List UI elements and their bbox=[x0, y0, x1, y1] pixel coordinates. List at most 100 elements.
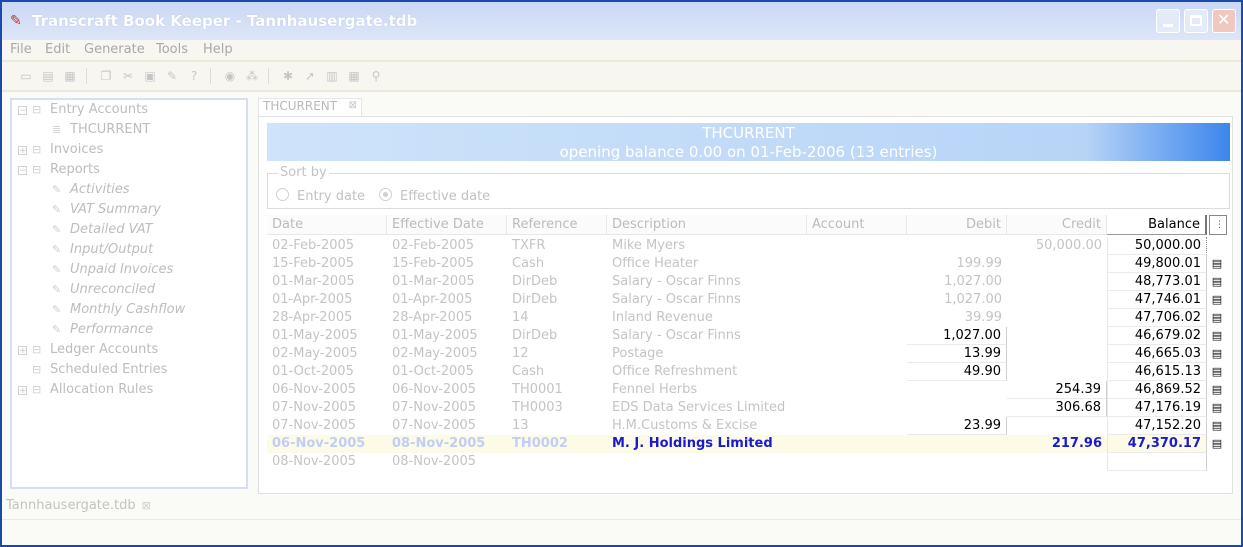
cell-credit bbox=[1007, 309, 1107, 327]
maximize-button[interactable] bbox=[1184, 9, 1208, 33]
column-header-effective-date[interactable]: Effective Date bbox=[387, 215, 507, 235]
cell-balance: 50,000.00 bbox=[1107, 237, 1207, 255]
column-header-balance[interactable]: Balance bbox=[1107, 215, 1207, 235]
document-stack-icon[interactable]: ▤ bbox=[1210, 383, 1224, 396]
tree-expander-icon[interactable]: − bbox=[18, 166, 27, 176]
cell-account bbox=[807, 273, 907, 291]
tree-item[interactable]: ✎ Activities bbox=[52, 182, 130, 200]
tab-thcurrent[interactable]: THCURRENT ⊠ bbox=[258, 98, 362, 116]
menu-file[interactable]: File bbox=[10, 42, 32, 57]
cell-credit: 306.68 bbox=[1007, 399, 1107, 417]
cell-description: Office Heater bbox=[612, 256, 699, 271]
key-icon[interactable]: ⚲ bbox=[368, 68, 384, 84]
tab-document[interactable]: Tannhausergate.tdb ⊠ bbox=[6, 498, 154, 518]
column-header-account[interactable]: Account bbox=[807, 215, 907, 235]
radio-effective-date[interactable]: Effective date bbox=[379, 188, 490, 204]
tree-item[interactable]: + ⊟ Ledger Accounts bbox=[18, 342, 158, 360]
globe-icon[interactable]: ◉ bbox=[222, 68, 238, 84]
column-header-debit[interactable]: Debit bbox=[907, 215, 1007, 235]
table-row[interactable]: 01-Apr-2005 01-Apr-2005 DirDeb Salary - Osc… bbox=[267, 291, 1229, 309]
document-stack-icon[interactable]: ▤ bbox=[1210, 293, 1224, 306]
copy-icon[interactable]: ❐ bbox=[98, 68, 114, 84]
cell-debit: 23.99 bbox=[907, 417, 1007, 435]
cell-balance: 47,746.01 bbox=[1107, 291, 1207, 309]
tree-expander-icon[interactable]: + bbox=[18, 146, 27, 156]
table-row[interactable]: 28-Apr-2005 28-Apr-2005 14 Inland Revenue 39… bbox=[267, 309, 1229, 327]
tree-item[interactable]: ✎ Unpaid Invoices bbox=[52, 262, 173, 280]
table-row[interactable]: 02-May-2005 02-May-2005 12 Postage 13.99 46,6… bbox=[267, 345, 1229, 363]
document-stack-icon[interactable]: ▤ bbox=[1210, 365, 1224, 378]
table-row[interactable]: 06-Nov-2005 08-Nov-2005 TH0002 M. J. Holdin… bbox=[267, 435, 1229, 453]
tree-item[interactable]: − ⊟ Reports bbox=[18, 162, 100, 180]
document-stack-icon[interactable]: ▤ bbox=[1210, 275, 1224, 288]
cell-reference: 13 bbox=[512, 418, 529, 433]
chart-icon[interactable]: ▥ bbox=[324, 68, 340, 84]
column-header-reference[interactable]: Reference bbox=[507, 215, 607, 235]
cell-credit bbox=[1007, 327, 1107, 345]
cell-reference: DirDeb bbox=[512, 328, 558, 343]
tree-expander-icon[interactable]: + bbox=[18, 386, 27, 396]
tree-item[interactable]: ✎ Unreconciled bbox=[52, 282, 155, 300]
table-row[interactable]: 07-Nov-2005 07-Nov-2005 13 H.M.Customs & Ex… bbox=[267, 417, 1229, 435]
tree-item-label: Invoices bbox=[50, 142, 104, 157]
table-row[interactable]: 08-Nov-2005 08-Nov-2005 bbox=[267, 453, 1229, 471]
document-stack-icon[interactable]: ▤ bbox=[1210, 437, 1224, 450]
tree-expander-icon[interactable]: + bbox=[18, 346, 27, 356]
menu-help[interactable]: Help bbox=[203, 42, 233, 57]
tree-item[interactable]: ⊟ Scheduled Entries bbox=[32, 362, 167, 380]
title-bar[interactable]: ✎ Transcraft Book Keeper - Tannhausergat… bbox=[2, 2, 1241, 40]
navigation-tree[interactable]: − ⊟ Entry Accounts ≣ THCURRENT + ⊟ Invoices − ⊟ Re… bbox=[10, 98, 248, 489]
table-row[interactable]: 02-Feb-2005 02-Feb-2005 TXFR Mike Myers 50,0… bbox=[267, 237, 1229, 255]
document-stack-icon[interactable]: ▤ bbox=[1210, 347, 1224, 360]
radio-entry-date[interactable]: Entry date bbox=[276, 188, 365, 204]
table-row[interactable]: 07-Nov-2005 07-Nov-2005 TH0003 EDS Data Ser… bbox=[267, 399, 1229, 417]
cell-description bbox=[607, 453, 807, 471]
paste-icon[interactable]: ▣ bbox=[142, 68, 158, 84]
pdf-icon[interactable]: ⁂ bbox=[244, 68, 260, 84]
tree-item[interactable]: ✎ Input/Output bbox=[52, 242, 153, 260]
close-button[interactable] bbox=[1212, 9, 1236, 33]
table-row[interactable]: 15-Feb-2005 15-Feb-2005 Cash Office Heater 1… bbox=[267, 255, 1229, 273]
column-header-credit[interactable]: Credit bbox=[1007, 215, 1107, 235]
document-stack-icon[interactable]: ▤ bbox=[1210, 311, 1224, 324]
menu-edit[interactable]: Edit bbox=[45, 42, 70, 57]
tree-expander-icon[interactable]: − bbox=[18, 106, 27, 116]
document-stack-icon[interactable]: ▤ bbox=[1210, 329, 1224, 342]
tree-item[interactable]: ✎ VAT Summary bbox=[52, 202, 161, 220]
edit-icon[interactable]: ✎ bbox=[164, 68, 180, 84]
minimize-button[interactable] bbox=[1156, 9, 1180, 33]
tree-item[interactable]: − ⊟ Entry Accounts bbox=[18, 102, 148, 120]
table-row[interactable]: 06-Nov-2005 06-Nov-2005 TH0001 Fennel Herbs… bbox=[267, 381, 1229, 399]
save-file-icon[interactable]: ▦ bbox=[62, 68, 78, 84]
document-stack-icon[interactable]: ▤ bbox=[1210, 401, 1224, 414]
tree-item[interactable]: ≣ THCURRENT bbox=[52, 122, 150, 140]
close-document-icon[interactable]: ⊠ bbox=[142, 499, 151, 512]
cell-description: H.M.Customs & Excise bbox=[612, 418, 758, 433]
tree-item[interactable]: + ⊟ Allocation Rules bbox=[18, 382, 153, 400]
column-header-description[interactable]: Description bbox=[607, 215, 807, 235]
table-row[interactable]: 01-Mar-2005 01-Mar-2005 DirDeb Salary - Osc… bbox=[267, 273, 1229, 291]
bug-icon[interactable]: ✱ bbox=[280, 68, 296, 84]
menu-tools[interactable]: Tools bbox=[156, 42, 188, 57]
cursor-icon[interactable]: ➚ bbox=[302, 68, 318, 84]
open-file-icon[interactable]: ▤ bbox=[40, 68, 56, 84]
cut-icon[interactable]: ✂ bbox=[120, 68, 136, 84]
new-file-icon[interactable]: ▭ bbox=[18, 68, 34, 84]
document-stack-icon[interactable]: ▤ bbox=[1210, 257, 1224, 270]
folder-icon: ⊟ bbox=[32, 343, 42, 356]
column-chooser-icon[interactable]: ⋮ bbox=[1209, 215, 1227, 235]
table-row[interactable]: 01-Oct-2005 01-Oct-2005 Cash Office Refresh… bbox=[267, 363, 1229, 381]
close-tab-icon[interactable]: ⊠ bbox=[349, 100, 357, 111]
cell-effective-date: 08-Nov-2005 bbox=[392, 454, 477, 469]
tree-item[interactable]: ✎ Performance bbox=[52, 322, 153, 340]
column-header-date[interactable]: Date bbox=[267, 215, 387, 235]
tree-item[interactable]: + ⊟ Invoices bbox=[18, 142, 104, 160]
table-row[interactable]: 01-May-2005 01-May-2005 DirDeb Salary - Osc… bbox=[267, 327, 1229, 345]
table-icon[interactable]: ▦ bbox=[346, 68, 362, 84]
help-icon[interactable]: ? bbox=[186, 68, 202, 84]
document-stack-icon[interactable]: ▤ bbox=[1210, 419, 1224, 432]
cell-effective-date: 15-Feb-2005 bbox=[392, 256, 475, 271]
tree-item[interactable]: ✎ Detailed VAT bbox=[52, 222, 153, 240]
menu-generate[interactable]: Generate bbox=[84, 42, 145, 57]
tree-item[interactable]: ✎ Monthly Cashflow bbox=[52, 302, 185, 320]
